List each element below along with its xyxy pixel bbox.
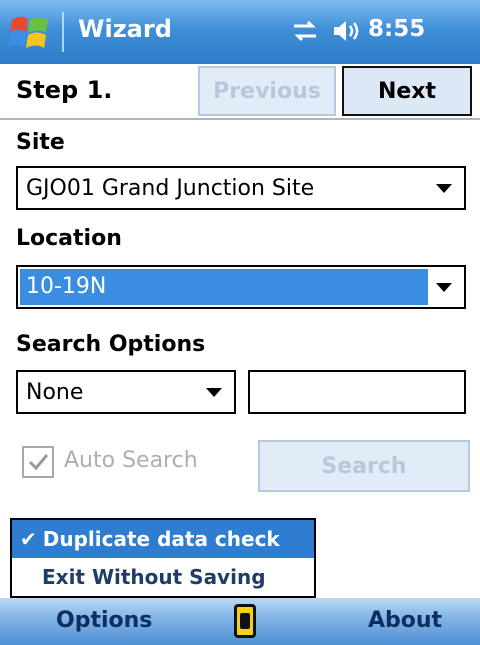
location-value: 10-19N bbox=[20, 269, 428, 305]
menu-item-label: Exit Without Saving bbox=[42, 565, 266, 589]
chevron-down-icon bbox=[436, 282, 452, 292]
search-options-dropdown[interactable]: None bbox=[16, 370, 236, 414]
site-value: GJO01 Grand Junction Site bbox=[26, 175, 315, 201]
auto-search-label: Auto Search bbox=[64, 448, 198, 473]
options-softkey[interactable]: Options bbox=[56, 608, 152, 633]
about-softkey[interactable]: About bbox=[368, 608, 442, 633]
menu-item-exit-without-saving[interactable]: Exit Without Saving bbox=[12, 558, 314, 596]
title-separator bbox=[62, 12, 64, 52]
menu-item-duplicate-data-check[interactable]: ✔ Duplicate data check bbox=[12, 520, 314, 558]
location-dropdown[interactable]: 10-19N bbox=[16, 265, 466, 309]
auto-search-checkbox[interactable] bbox=[22, 446, 54, 478]
connectivity-icon[interactable] bbox=[290, 16, 320, 46]
next-button[interactable]: Next bbox=[342, 66, 472, 116]
windows-start-icon[interactable] bbox=[8, 12, 52, 52]
chevron-down-icon bbox=[206, 387, 222, 397]
keyboard-icon[interactable] bbox=[234, 604, 256, 638]
volume-icon[interactable] bbox=[330, 16, 360, 46]
clock[interactable]: 8:55 bbox=[368, 16, 425, 42]
search-button[interactable]: Search bbox=[258, 440, 470, 492]
location-label: Location bbox=[16, 226, 122, 251]
app-title: Wizard bbox=[78, 15, 172, 43]
step-label: Step 1. bbox=[16, 76, 113, 104]
site-label: Site bbox=[16, 130, 65, 155]
menu-item-label: Duplicate data check bbox=[42, 527, 280, 551]
softkey-bar: Options About bbox=[0, 598, 480, 645]
wizard-screen: Wizard 8:55 Step 1. Previous Next Site G… bbox=[0, 0, 480, 645]
search-options-label: Search Options bbox=[16, 332, 206, 357]
header-divider bbox=[0, 118, 480, 120]
site-dropdown[interactable]: GJO01 Grand Junction Site bbox=[16, 166, 466, 210]
status-bar: Wizard 8:55 bbox=[0, 0, 480, 64]
previous-button[interactable]: Previous bbox=[198, 66, 336, 116]
chevron-down-icon bbox=[436, 183, 452, 193]
checkmark-icon bbox=[28, 454, 49, 471]
options-menu: ✔ Duplicate data check Exit Without Savi… bbox=[10, 518, 316, 598]
check-icon: ✔ bbox=[20, 527, 37, 551]
search-input[interactable] bbox=[248, 370, 466, 414]
search-options-value: None bbox=[26, 379, 84, 405]
